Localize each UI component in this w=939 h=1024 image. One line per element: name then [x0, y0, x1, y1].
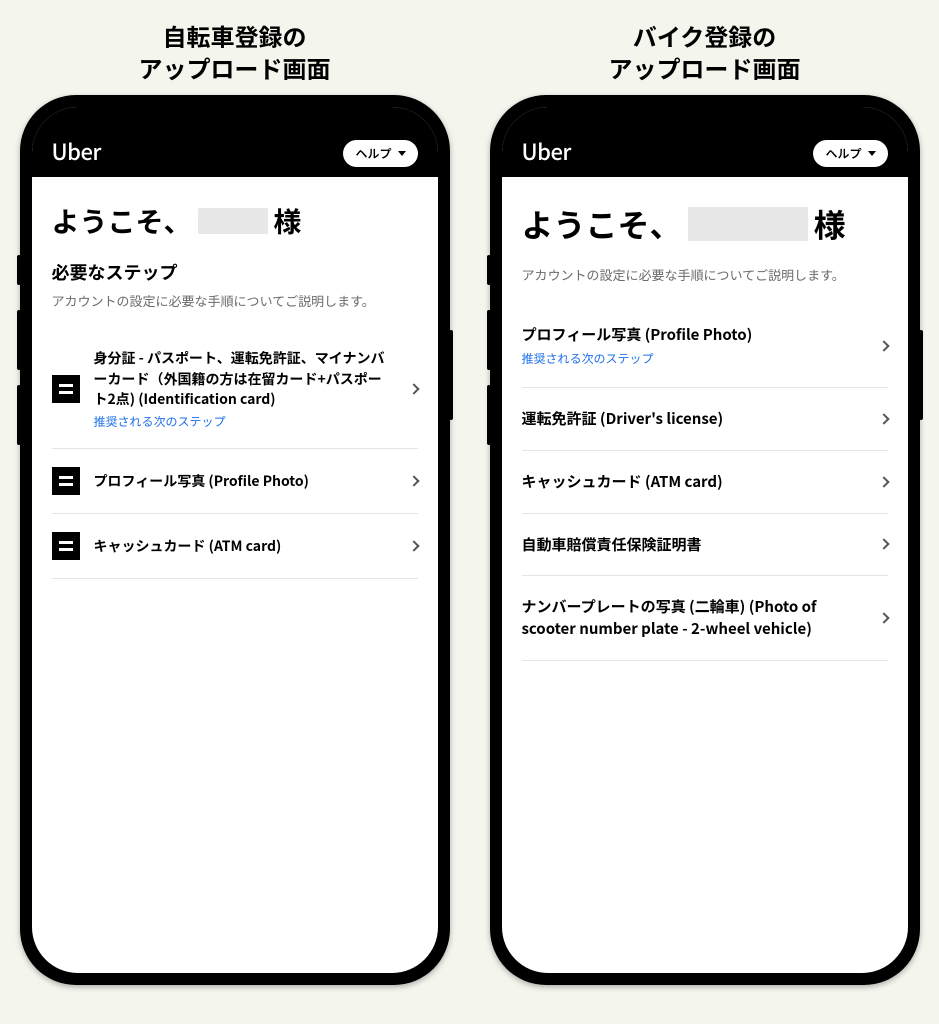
step-label: ナンバープレートの写真 (二輪車) (Photo of scooter numb… — [522, 596, 866, 640]
caption-text: バイク登録の — [633, 18, 777, 53]
step-body: プロフィール写真 (Profile Photo) — [94, 471, 396, 491]
phone-side-button — [487, 385, 491, 445]
bicycle-column: 自転車登録の アップロード画面 Uber ヘルプ ようこそ、 様 必要なステップ — [15, 20, 455, 1004]
step-body: キャッシュカード (ATM card) — [94, 536, 396, 556]
help-button[interactable]: ヘルプ — [343, 140, 417, 167]
main-content: ようこそ、 様 アカウントの設定に必要な手順についてご説明します。 プロフィール… — [502, 177, 908, 973]
steps-list: プロフィール写真 (Profile Photo) 推奨される次のステップ 運転免… — [522, 304, 888, 661]
help-label: ヘルプ — [825, 145, 861, 162]
phone-side-button — [449, 330, 453, 420]
chevron-right-icon — [408, 384, 419, 395]
step-body: 身分証 - パスポート、運転免許証、マイナンバーカード（外国籍の方は在留カード+… — [94, 348, 396, 430]
step-identification[interactable]: 身分証 - パスポート、運転免許証、マイナンバーカード（外国籍の方は在留カード+… — [52, 330, 418, 449]
redacted-name — [198, 208, 268, 234]
chevron-right-icon — [878, 340, 889, 351]
bicycle-caption: 自転車登録の アップロード画面 — [139, 20, 331, 85]
steps-list: 身分証 - パスポート、運転免許証、マイナンバーカード（外国籍の方は在留カード+… — [52, 330, 418, 579]
chevron-right-icon — [408, 541, 419, 552]
phone-side-button — [17, 310, 21, 370]
welcome-prefix: ようこそ、 — [52, 201, 192, 241]
step-number-plate[interactable]: ナンバープレートの写真 (二輪車) (Photo of scooter numb… — [522, 576, 888, 661]
chevron-down-icon — [398, 151, 406, 156]
step-atm-card[interactable]: キャッシュカード (ATM card) — [522, 451, 888, 514]
uber-logo: Uber — [52, 135, 101, 167]
uber-logo: Uber — [522, 135, 571, 167]
step-body: 自動車賠償責任保険証明書 — [522, 534, 866, 556]
phone-screen: Uber ヘルプ ようこそ、 様 必要なステップ アカウントの設定に必要な手順に… — [32, 107, 438, 973]
phone-side-button — [919, 330, 923, 420]
phone-side-button — [487, 310, 491, 370]
phone-side-button — [487, 255, 491, 285]
caption-text: アップロード画面 — [609, 50, 801, 85]
chevron-down-icon — [868, 151, 876, 156]
step-body: ナンバープレートの写真 (二輪車) (Photo of scooter numb… — [522, 596, 866, 640]
step-body: プロフィール写真 (Profile Photo) 推奨される次のステップ — [522, 324, 866, 367]
step-hint: 推奨される次のステップ — [94, 413, 396, 430]
phone-screen: Uber ヘルプ ようこそ、 様 アカウントの設定に必要な手順についてご説明しま… — [502, 107, 908, 973]
step-label: プロフィール写真 (Profile Photo) — [522, 324, 866, 346]
help-label: ヘルプ — [355, 145, 391, 162]
chevron-right-icon — [878, 413, 889, 424]
section-title: 必要なステップ — [52, 259, 418, 285]
step-label: 運転免許証 (Driver's license) — [522, 408, 866, 430]
redacted-name — [688, 207, 808, 241]
chevron-right-icon — [408, 476, 419, 487]
chevron-right-icon — [878, 476, 889, 487]
app-topbar: Uber ヘルプ — [502, 107, 908, 177]
welcome-prefix: ようこそ、 — [522, 201, 682, 247]
step-label: 身分証 - パスポート、運転免許証、マイナンバーカード（外国籍の方は在留カード+… — [94, 348, 396, 409]
step-profile-photo[interactable]: プロフィール写真 (Profile Photo) — [52, 449, 418, 514]
section-subtitle: アカウントの設定に必要な手順についてご説明します。 — [522, 265, 888, 285]
phone-side-button — [17, 255, 21, 285]
caption-text: 自転車登録の — [163, 18, 307, 53]
main-content: ようこそ、 様 必要なステップ アカウントの設定に必要な手順についてご説明します… — [32, 177, 438, 973]
welcome-suffix: 様 — [814, 201, 846, 247]
help-button[interactable]: ヘルプ — [813, 140, 887, 167]
phone-side-button — [17, 385, 21, 445]
welcome-heading: ようこそ、 様 — [52, 201, 418, 241]
step-label: キャッシュカード (ATM card) — [522, 471, 866, 493]
document-icon — [52, 375, 80, 403]
motorcycle-column: バイク登録の アップロード画面 Uber ヘルプ ようこそ、 様 アカウントの設 — [485, 20, 925, 1004]
document-icon — [52, 532, 80, 560]
step-label: キャッシュカード (ATM card) — [94, 536, 396, 556]
step-body: キャッシュカード (ATM card) — [522, 471, 866, 493]
phone-frame: Uber ヘルプ ようこそ、 様 アカウントの設定に必要な手順についてご説明しま… — [490, 95, 920, 985]
step-label: プロフィール写真 (Profile Photo) — [94, 471, 396, 491]
welcome-heading: ようこそ、 様 — [522, 201, 888, 247]
motorcycle-caption: バイク登録の アップロード画面 — [609, 20, 801, 85]
step-body: 運転免許証 (Driver's license) — [522, 408, 866, 430]
section-subtitle: アカウントの設定に必要な手順についてご説明します。 — [52, 291, 418, 311]
caption-text: アップロード画面 — [139, 50, 331, 85]
step-hint: 推奨される次のステップ — [522, 350, 866, 367]
phone-frame: Uber ヘルプ ようこそ、 様 必要なステップ アカウントの設定に必要な手順に… — [20, 95, 450, 985]
welcome-suffix: 様 — [274, 201, 302, 241]
chevron-right-icon — [878, 612, 889, 623]
step-atm-card[interactable]: キャッシュカード (ATM card) — [52, 514, 418, 579]
document-icon — [52, 467, 80, 495]
step-profile-photo[interactable]: プロフィール写真 (Profile Photo) 推奨される次のステップ — [522, 304, 888, 388]
step-label: 自動車賠償責任保険証明書 — [522, 534, 866, 556]
app-topbar: Uber ヘルプ — [32, 107, 438, 177]
step-liability-insurance[interactable]: 自動車賠償責任保険証明書 — [522, 514, 888, 577]
step-drivers-license[interactable]: 運転免許証 (Driver's license) — [522, 388, 888, 451]
chevron-right-icon — [878, 539, 889, 550]
